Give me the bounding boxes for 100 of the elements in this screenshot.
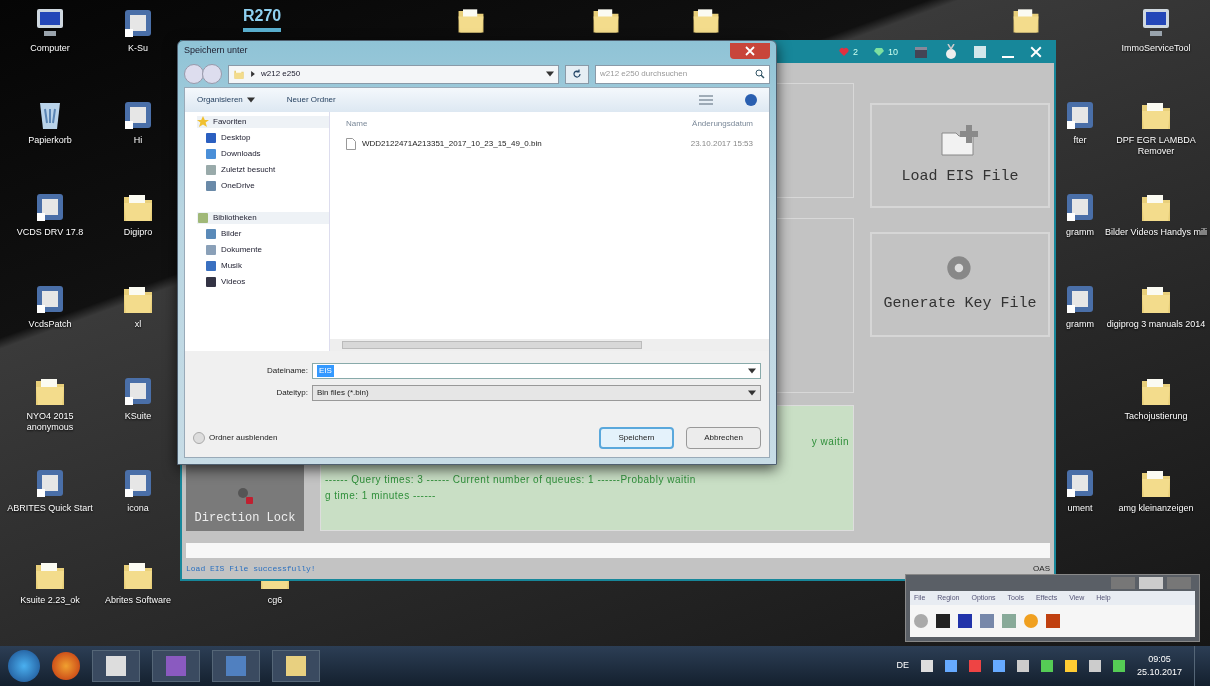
nav-item[interactable]: Dokumente	[197, 244, 329, 256]
desktop-icon-label[interactable]: K-Su	[128, 43, 148, 54]
desktop-icon-label[interactable]: VCDS DRV 17.8	[16, 227, 84, 238]
refresh-button[interactable]	[565, 64, 589, 84]
nav-item[interactable]: Videos	[197, 276, 329, 288]
search-icon	[755, 69, 765, 79]
desktop-icon-label[interactable]: digiprog 3 manuals 2014	[1106, 319, 1206, 330]
desktop-icon-label[interactable]: KSuite	[124, 411, 152, 422]
desktop-icon-label[interactable]: ImmoServiceTool	[1121, 43, 1191, 54]
nav-group[interactable]: Bibliotheken	[197, 212, 329, 224]
chevron-icon	[251, 71, 255, 77]
counter-value: 2	[852, 45, 858, 59]
desktop-icon-label[interactable]: Bilder Videos Handys mili	[1105, 227, 1207, 238]
help-icon	[745, 94, 757, 106]
desktop-icon-label[interactable]: Hi	[133, 135, 143, 146]
medal-icon	[944, 44, 958, 61]
status-code: OAS	[1033, 562, 1050, 575]
tray-icon[interactable]	[944, 660, 957, 672]
desktop-icon-label[interactable]: xl	[134, 319, 142, 330]
path-text: w212 e250	[261, 68, 302, 80]
menu-button[interactable]	[974, 46, 986, 59]
cancel-button[interactable]: Abbrechen	[686, 427, 761, 449]
nav-item-icon	[205, 244, 217, 256]
nav-item[interactable]: Desktop	[197, 132, 329, 144]
folder-icon	[233, 68, 245, 80]
status-text: Load EIS File successfully!	[186, 562, 316, 575]
column-header[interactable]: Name	[346, 118, 368, 130]
column-header[interactable]: Änderungsdatum	[692, 118, 753, 130]
taskbar-app-icon[interactable]	[92, 650, 140, 682]
desktop-icon-label[interactable]: ument	[1067, 503, 1093, 514]
tray-icon[interactable]	[1088, 660, 1101, 672]
desktop-icon-label[interactable]: ABRITES Quick Start	[7, 503, 93, 514]
language-indicator[interactable]: DE	[896, 659, 909, 673]
counter-value: 10	[888, 45, 898, 59]
nav-item[interactable]: OneDrive	[197, 180, 329, 192]
hide-folders-toggle[interactable]: Ordner ausblenden	[193, 432, 278, 444]
close-button[interactable]	[730, 43, 770, 59]
folder-plus-icon	[940, 122, 980, 158]
desktop-icon-label[interactable]: amg kleinanzeigen	[1118, 503, 1194, 514]
file-name: WDD2122471A213351_2017_10_23_15_49_0.bin	[362, 138, 542, 150]
search-input[interactable]: w212 e250 durchsuchen	[600, 68, 755, 80]
desktop-icon-label[interactable]: Abrites Software	[105, 595, 171, 606]
close-icon	[745, 46, 755, 56]
load-file-button[interactable]: Load EIS File	[870, 102, 1050, 208]
desktop-icon-label[interactable]: NYO4 2015 anonymous	[5, 411, 95, 433]
address-bar[interactable]: w212 e250	[228, 64, 559, 84]
nav-item[interactable]: Bilder	[197, 228, 329, 240]
desktop-icon-label[interactable]: Papierkorb	[28, 135, 72, 146]
tool-icon	[1002, 614, 1016, 628]
tray-icon[interactable]	[1112, 660, 1125, 672]
desktop-icon-label[interactable]: Ksuite 2.23_ok	[20, 595, 80, 606]
desktop-icon-label[interactable]: R270	[243, 4, 282, 32]
clock-time[interactable]: 09:05	[1148, 652, 1171, 666]
browser-taskbar-icon[interactable]	[52, 652, 80, 680]
start-button[interactable]	[8, 650, 40, 682]
desktop-icon-label[interactable]: icona	[127, 503, 149, 514]
tray-icon[interactable]	[1040, 660, 1053, 672]
organize-menu[interactable]: Organisieren	[197, 94, 255, 106]
filename-value: EIS	[317, 365, 334, 377]
gem-icon	[874, 47, 884, 58]
nav-item[interactable]: Downloads	[197, 148, 329, 160]
filetype-dropdown[interactable]: Bin files (*.bin)	[312, 385, 761, 401]
desktop-icon-label[interactable]: gramm	[1066, 319, 1094, 330]
desktop-icon-label[interactable]: DPF EGR LAMBDA Remover	[1104, 135, 1208, 157]
tray-icon[interactable]	[1016, 660, 1029, 672]
log-line: g time: 1 minutes ------	[325, 488, 436, 503]
generate-key-button[interactable]: Generate Key File	[870, 231, 1050, 337]
caret-icon	[246, 97, 255, 103]
field-label: Dateityp:	[275, 387, 308, 399]
view-icon	[699, 95, 713, 105]
desktop-icon-label[interactable]: Tachojustierung	[1124, 411, 1188, 422]
tray-icon[interactable]	[920, 660, 933, 672]
desktop-icon-label[interactable]: Digipro	[123, 227, 153, 238]
caret-icon	[748, 368, 756, 374]
nav-item[interactable]: Musik	[197, 260, 329, 272]
desktop-icon-label[interactable]: VcdsPatch	[28, 319, 72, 330]
desktop-icon-label[interactable]: cg6	[267, 595, 283, 606]
desktop-icon-label[interactable]: Computer	[30, 43, 70, 54]
taskbar-app-icon[interactable]	[272, 650, 320, 682]
search-field[interactable]: w212 e250 durchsuchen	[595, 64, 770, 84]
file-row[interactable]: WDD2122471A213351_2017_10_23_15_49_0.bin 23.10.2017 15:53	[330, 138, 769, 150]
nav-item-icon	[197, 212, 209, 224]
close-button[interactable]	[1030, 46, 1042, 59]
calendar-icon	[914, 45, 928, 60]
sun-icon	[1024, 614, 1038, 628]
clock-date[interactable]: 25.10.2017	[1136, 666, 1182, 680]
save-button[interactable]: Speichern	[599, 427, 674, 449]
tool-icon	[980, 614, 994, 628]
desktop-icon-label[interactable]: fter	[1073, 135, 1087, 146]
nav-item-icon	[205, 228, 217, 240]
square-icon	[958, 614, 972, 628]
new-folder-button[interactable]: Neuer Ordner	[286, 94, 336, 106]
tray-icon[interactable]	[992, 660, 1005, 672]
nav-item-icon	[205, 180, 217, 192]
stop-icon	[936, 614, 950, 628]
nav-group[interactable]: Favoriten	[197, 116, 329, 128]
desktop-icon-label[interactable]: gramm	[1066, 227, 1094, 238]
close-icon	[1030, 46, 1042, 59]
nav-item[interactable]: Zuletzt besucht	[197, 164, 329, 176]
tray-icon[interactable]	[1064, 660, 1077, 672]
